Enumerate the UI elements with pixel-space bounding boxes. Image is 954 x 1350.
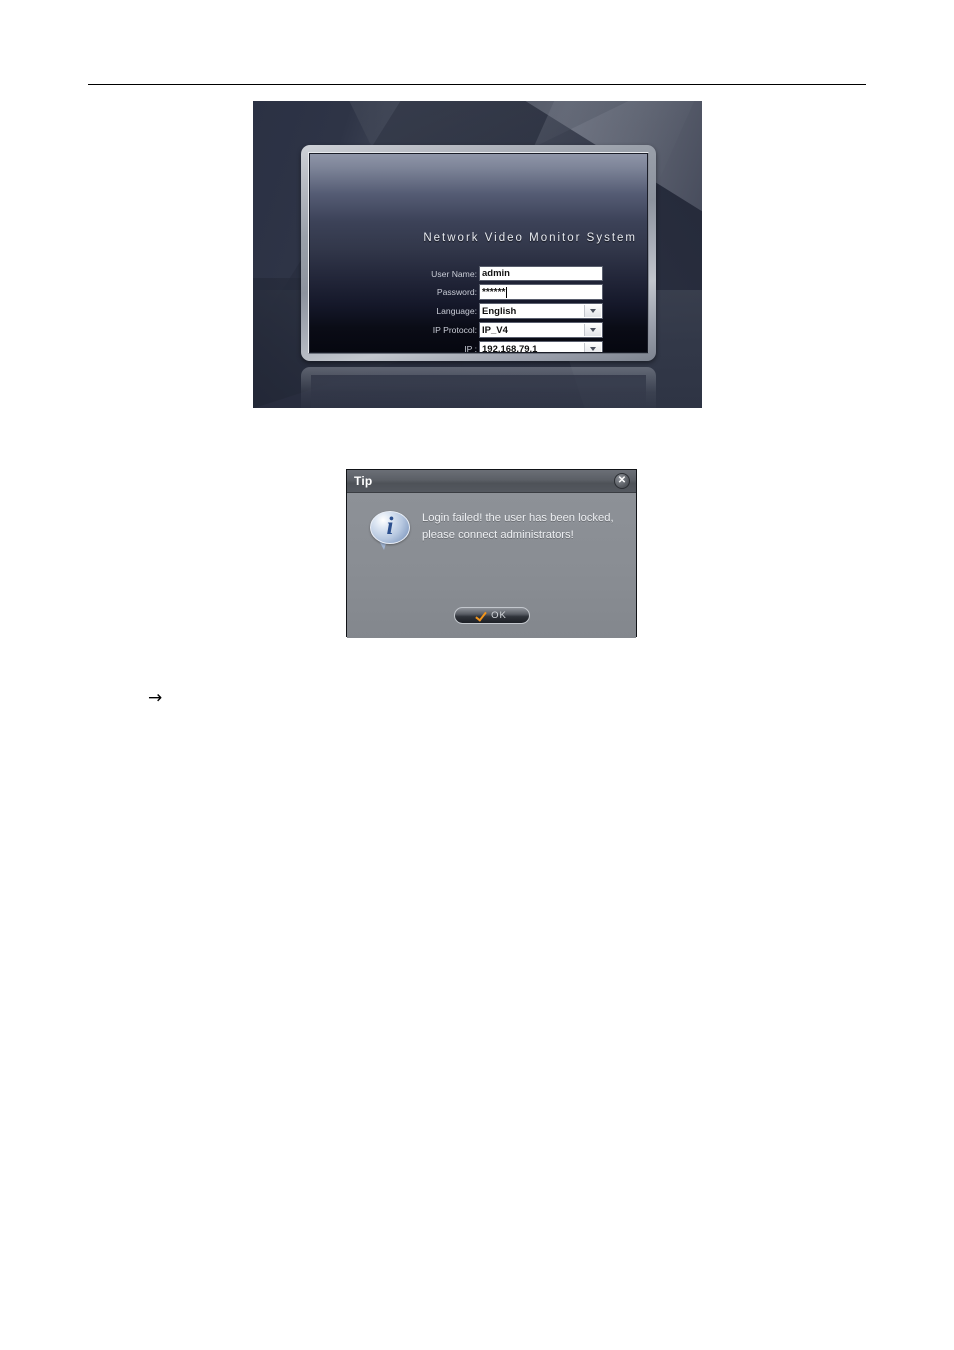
username-value: admin xyxy=(482,268,510,279)
ip-protocol-label: IP Protocol: xyxy=(432,325,477,335)
text-caret xyxy=(506,286,508,298)
form-row-ip-protocol: IP Protocol: IP_V4 xyxy=(310,322,647,338)
chevron-down-icon[interactable] xyxy=(584,324,601,336)
ip-label: IP : xyxy=(464,344,477,352)
login-screenshot-figure: Network Video Monitor System User Name: … xyxy=(253,101,702,408)
check-icon xyxy=(476,610,487,621)
tip-dialog-titlebar: Tip ✕ xyxy=(347,470,636,493)
close-icon[interactable]: ✕ xyxy=(614,473,630,489)
tip-dialog: Tip ✕ i Login failed! the user has been … xyxy=(346,469,637,638)
tip-dialog-body: i Login failed! the user has been locked… xyxy=(347,493,636,638)
login-panel: Network Video Monitor System User Name: … xyxy=(310,154,647,352)
info-icon: i xyxy=(370,511,412,551)
form-row-language: Language: English xyxy=(310,303,647,319)
ok-button[interactable]: OK xyxy=(453,607,530,624)
language-select[interactable]: English xyxy=(479,303,603,319)
chevron-down-icon[interactable] xyxy=(584,305,601,317)
ip-select[interactable]: 192.168.79.1 xyxy=(479,341,603,352)
ip-value: 192.168.79.1 xyxy=(482,343,538,353)
monitor-bezel: Network Video Monitor System User Name: … xyxy=(301,145,656,361)
ok-button-label: OK xyxy=(491,610,507,621)
username-label: User Name: xyxy=(431,268,477,279)
monitor-reflection xyxy=(301,367,656,408)
password-input[interactable]: ****** xyxy=(479,284,603,300)
password-label: Password: xyxy=(436,287,477,297)
form-row-password: Password: ****** xyxy=(310,284,647,300)
page-title: Network Video Monitor System xyxy=(423,232,637,244)
language-label: Language: xyxy=(436,306,477,316)
info-icon-glyph: i xyxy=(386,513,394,540)
form-row-username: User Name: admin xyxy=(310,266,647,281)
login-form: User Name: admin Password: ****** Langua… xyxy=(310,266,647,352)
page-header-rule xyxy=(88,84,866,85)
chevron-down-icon[interactable] xyxy=(584,343,601,352)
form-row-ip: IP : 192.168.79.1 xyxy=(310,341,647,352)
ip-protocol-select[interactable]: IP_V4 xyxy=(479,322,603,338)
tip-dialog-message: Login failed! the user has been locked, … xyxy=(422,512,614,541)
tip-dialog-title: Tip xyxy=(354,474,373,488)
password-value: ****** xyxy=(482,286,506,298)
username-input[interactable]: admin xyxy=(479,266,603,281)
language-value: English xyxy=(482,305,517,317)
bullet-arrow-icon: → xyxy=(148,688,163,708)
tip-dialog-button-row: OK xyxy=(347,607,636,624)
monitor-reflection-inner xyxy=(311,375,646,408)
ip-protocol-value: IP_V4 xyxy=(482,324,508,336)
